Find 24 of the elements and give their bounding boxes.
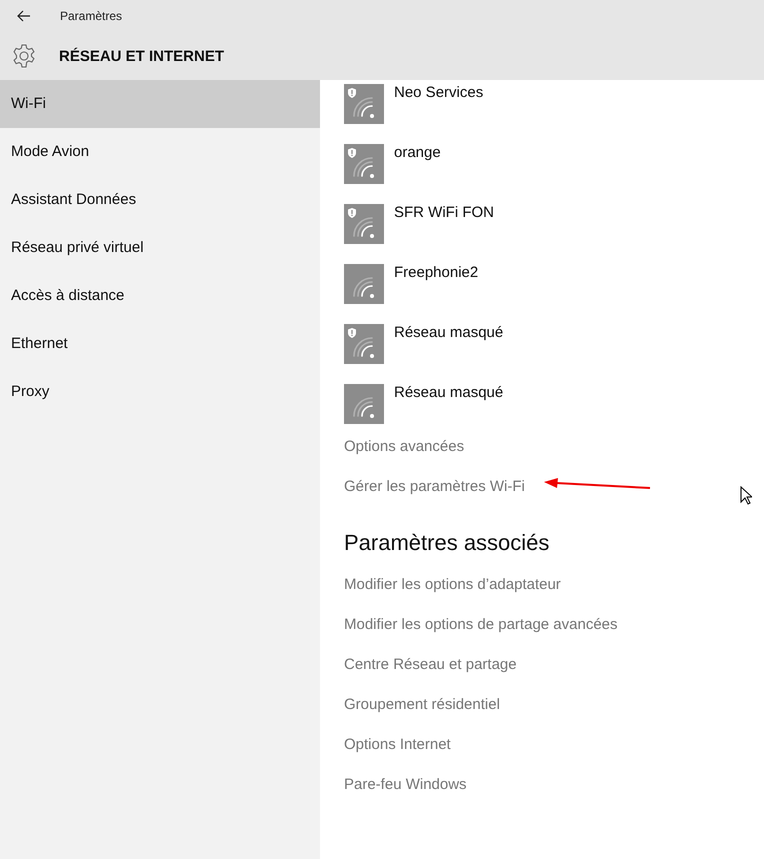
sidebar-item[interactable]: Proxy: [0, 368, 320, 416]
section-title: RÉSEAU ET INTERNET: [59, 48, 224, 64]
settings-link[interactable]: Groupement résidentiel: [344, 696, 764, 714]
window-title: Paramètres: [60, 9, 122, 23]
network-name[interactable]: orange: [394, 144, 441, 161]
network-name[interactable]: Réseau masqué: [394, 384, 504, 401]
network-name[interactable]: Neo Services: [394, 84, 484, 101]
network-name[interactable]: Freephonie2: [394, 264, 478, 281]
sidebar-item[interactable]: Accès à distance: [0, 272, 320, 320]
sidebar-item[interactable]: Mode Avion: [0, 128, 320, 176]
sidebar-item[interactable]: Assistant Données: [0, 176, 320, 224]
settings-link[interactable]: Modifier les options de partage avancées: [344, 616, 764, 634]
sidebar-item[interactable]: Wi-Fi: [0, 80, 320, 128]
settings-link[interactable]: Centre Réseau et partage: [344, 656, 764, 674]
network-name[interactable]: SFR WiFi FON: [394, 204, 494, 221]
settings-link[interactable]: Gérer les paramètres Wi-Fi: [344, 478, 764, 496]
settings-link[interactable]: Options Internet: [344, 736, 764, 754]
sidebar-item[interactable]: Ethernet: [0, 320, 320, 368]
settings-link[interactable]: Pare-feu Windows: [344, 776, 764, 794]
network-name[interactable]: Réseau masqué: [394, 324, 504, 341]
sidebar-item[interactable]: Réseau privé virtuel: [0, 224, 320, 272]
settings-link[interactable]: Options avancées: [344, 438, 764, 456]
settings-link[interactable]: Modifier les options d’adaptateur: [344, 576, 764, 594]
section-heading: Paramètres associés: [344, 530, 550, 556]
